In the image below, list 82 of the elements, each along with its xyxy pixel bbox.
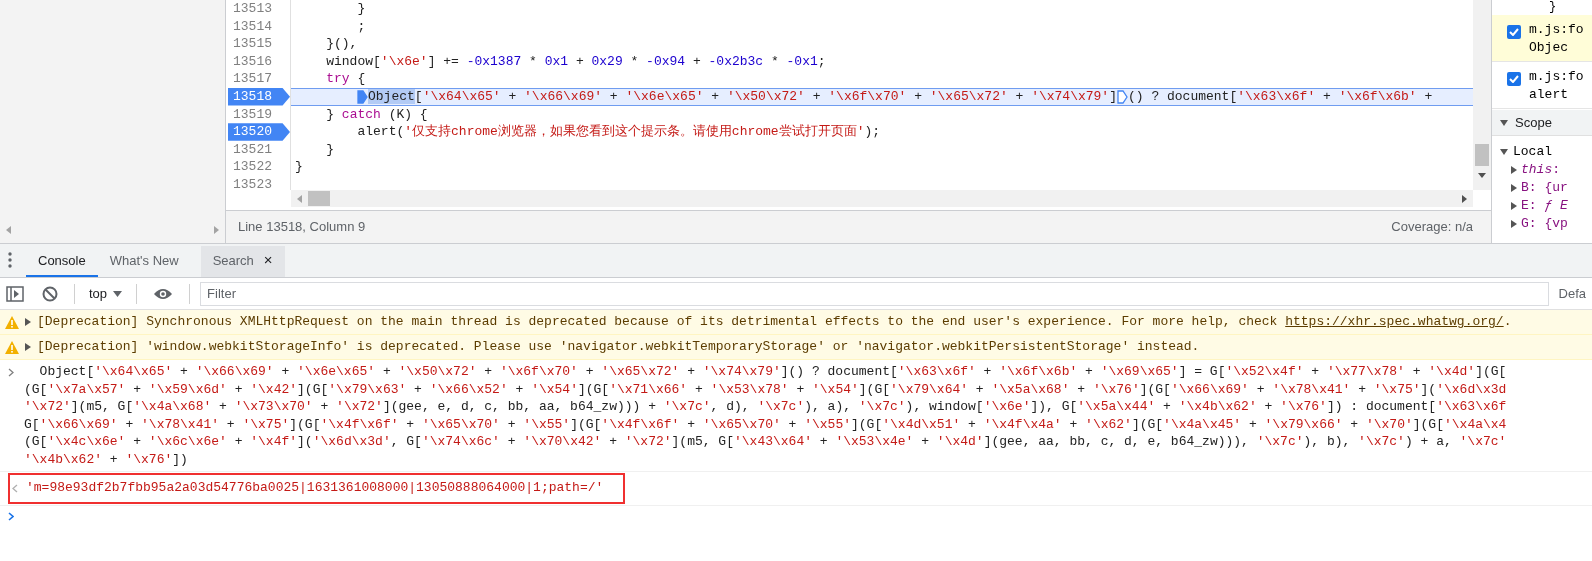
spec-link[interactable]: https://xhr.spec.whatwg.org/ <box>1285 314 1504 330</box>
scope-variable[interactable]: this: <box>1521 160 1561 180</box>
result-value: 'm=98e93df2b7fbb95a2a03d54776ba0025|1631361008000|13050888064000|1;path=/' <box>26 479 604 498</box>
expand-triangle-icon[interactable] <box>24 343 32 351</box>
context-dropdown[interactable]: top <box>85 283 127 304</box>
prompt-chevron-icon[interactable] <box>8 512 14 522</box>
warning-text: [Deprecation] Synchronous XMLHttpRequest on the main thread is deprecated because of its detrimental effects to the end user's experience. For more help, check https://xhr.spec.whatwg.org/. <box>37 313 1512 332</box>
eye-icon[interactable] <box>153 286 174 301</box>
code-text: '\x72'](m5, G['\x4a\x68' + '\x73\x70' + '\x72'](gee, e, d, c, bb, aa, b64_zw))) + '\x7c', d), '\x7c'), a), '\x7c'), window['\x6e']), G['\x5a\x44' + '\x4b\x62' + '\x76']) : document['\x63\x6f <box>24 398 1507 416</box>
code-text: } <box>326 140 335 159</box>
line-number[interactable]: 13521 <box>233 139 290 160</box>
line-number[interactable]: 13513 <box>233 0 290 19</box>
coverage-status: Coverage: n/a <box>1391 218 1474 237</box>
scrollbar-thumb[interactable] <box>308 191 330 206</box>
warning-text: [Deprecation] 'window.webkitStorageInfo' is deprecated. Please use 'navigator.webkitTemporaryStorage' or 'navigator.webkitPersistentStorage' instead. <box>37 338 1200 357</box>
expand-triangle-icon[interactable] <box>1510 202 1518 210</box>
scope-variable[interactable]: G: {vp <box>1521 214 1568 234</box>
code-text: try { <box>326 70 366 89</box>
line-number[interactable]: 13515 <box>233 34 290 54</box>
breakpoint-location: m.js:fo <box>1529 21 1584 39</box>
code-text: } <box>357 0 366 19</box>
scope-section-header[interactable]: Scope <box>1492 110 1592 136</box>
line-number[interactable]: 13517 <box>233 69 290 89</box>
scrollbar-thumb[interactable] <box>1475 144 1489 166</box>
checkmark-icon <box>1509 28 1519 36</box>
warning-icon <box>5 315 19 329</box>
expand-triangle-icon[interactable] <box>1510 184 1518 192</box>
checkmark-icon <box>1509 75 1519 83</box>
breakpoint-line-number[interactable]: 13520 <box>228 123 290 141</box>
code-text: ; <box>357 17 366 36</box>
code-text: G['\x66\x69' + '\x78\x41' + '\x75'](G['\x4f\x6f' + '\x65\x70' + '\x55'](G['\x4f\x6f' + '\x65\x70' + '\x55'](G['\x4d\x51' + '\x4f\x4a' + '\x62'](G['\x4a\x45' + '\x79\x66' + '\x70'](G['\x4a\x4 <box>24 415 1507 434</box>
line-number[interactable]: 13523 <box>233 175 290 190</box>
vertical-scrollbar[interactable] <box>1473 0 1491 190</box>
code-text: () ? document['\x63\x6f' + '\x6f\x6b' + <box>1128 88 1433 106</box>
line-number[interactable]: 13514 <box>233 16 290 37</box>
breakpoint-checkbox[interactable] <box>1507 25 1521 39</box>
horizontal-scrollbar[interactable] <box>291 190 1473 207</box>
log-levels-dropdown[interactable]: Defa <box>1558 283 1586 304</box>
code-text: alert('仅支持chrome浏览器，如果您看到这个提示条。请使用chrome尝试打开页面'); <box>357 123 881 142</box>
scope-group-title[interactable]: Local <box>1513 141 1552 162</box>
input-chevron-icon <box>8 368 14 377</box>
sidebar-toggle-icon[interactable] <box>6 285 24 302</box>
code-text: '\x4b\x62' + '\x76']) <box>24 450 188 469</box>
drawer-tab[interactable]: What's New <box>97 246 191 277</box>
expand-triangle-icon[interactable] <box>1500 118 1508 127</box>
breakpoint-location: m.js:fo <box>1529 68 1584 86</box>
code-text: (G['\x7a\x57' + '\x59\x6d' + '\x42'](G['\x79\x63' + '\x66\x52' + '\x54'](G['\x71\x66' + '\x53\x78' + '\x54'](G['\x79\x64' + '\x5a\x68' + '\x76'](G['\x66\x69' + '\x78\x41' + '\x75']('\x6d\x3d <box>24 380 1507 399</box>
filter-field[interactable]: Filter <box>200 281 1549 306</box>
warning-icon <box>5 340 19 354</box>
continue-marker-icon[interactable] <box>1117 89 1128 104</box>
scroll-down-icon[interactable] <box>1478 173 1486 178</box>
expand-triangle-icon[interactable] <box>1500 147 1508 156</box>
scope-variable[interactable]: B: {ur <box>1521 178 1568 198</box>
cursor-position: Line 13518, Column 9 <box>238 218 366 237</box>
expand-triangle-icon[interactable] <box>1510 220 1518 228</box>
line-number[interactable]: 13519 <box>233 104 290 125</box>
result-chevron-icon <box>12 483 18 493</box>
dropdown-caret-icon <box>113 290 123 297</box>
code-text: window['\x6e'] += -0x1387 * 0x1 + 0x29 * -0x94 + -0x2b3c * -0x1; <box>326 52 826 71</box>
drawer-tab[interactable]: Search × <box>200 246 285 277</box>
code-text: Object['\x64\x65' + '\x66\x69' + '\x6e\x65' + '\x50\x72' + '\x6f\x70' + '\x65\x72' + '\x74\x79'] <box>368 88 1117 107</box>
breakpoint-item[interactable]: m.js:fo Objec <box>1492 15 1592 62</box>
scope-variable[interactable]: E: ƒ E <box>1521 196 1568 216</box>
line-number[interactable]: 13516 <box>233 51 290 72</box>
drawer-tab[interactable]: Console <box>26 246 98 277</box>
breakpoint-code: alert <box>1529 86 1569 104</box>
code-text: } <box>295 158 303 177</box>
code-text: }(), <box>326 35 358 54</box>
breakpoint-code: Objec <box>1529 39 1569 57</box>
close-tab-button[interactable]: × <box>263 249 273 272</box>
code-text: } catch (K) { <box>326 105 428 124</box>
code-text: (G['\x4c\x6e' + '\x6c\x6e' + '\x4f']('\x6d\x3d', G['\x74\x6c' + '\x70\x42' + '\x72'](m5, G['\x43\x64' + '\x53\x4e' + '\x4d'](gee, aa, bb, c, d, e, b64_zw))), '\x7c'), b), '\x7c') + a, '\x7c' <box>24 433 1507 451</box>
code-snippet: } <box>1549 0 1557 14</box>
breakpoint-checkbox[interactable] <box>1507 72 1521 86</box>
scroll-right-icon[interactable] <box>1462 194 1467 203</box>
scope-title: Scope <box>1515 113 1552 132</box>
code-text: Object['\x64\x65' + '\x66\x69' + '\x6e\x65' + '\x50\x72' + '\x6f\x70' + '\x65\x72' + '\x74\x79']() ? document['\x63\x6f' + '\x6f\x6b' + '\x69\x65'] = G['\x52\x4f' + '\x77\x78' + '\x4d'](G[ <box>39 363 1507 381</box>
more-options-icon[interactable] <box>8 252 12 268</box>
expand-triangle-icon[interactable] <box>24 318 32 326</box>
clear-console-icon[interactable] <box>42 285 58 302</box>
line-number[interactable]: 13522 <box>233 157 290 177</box>
expand-triangle-icon[interactable] <box>1510 166 1518 174</box>
